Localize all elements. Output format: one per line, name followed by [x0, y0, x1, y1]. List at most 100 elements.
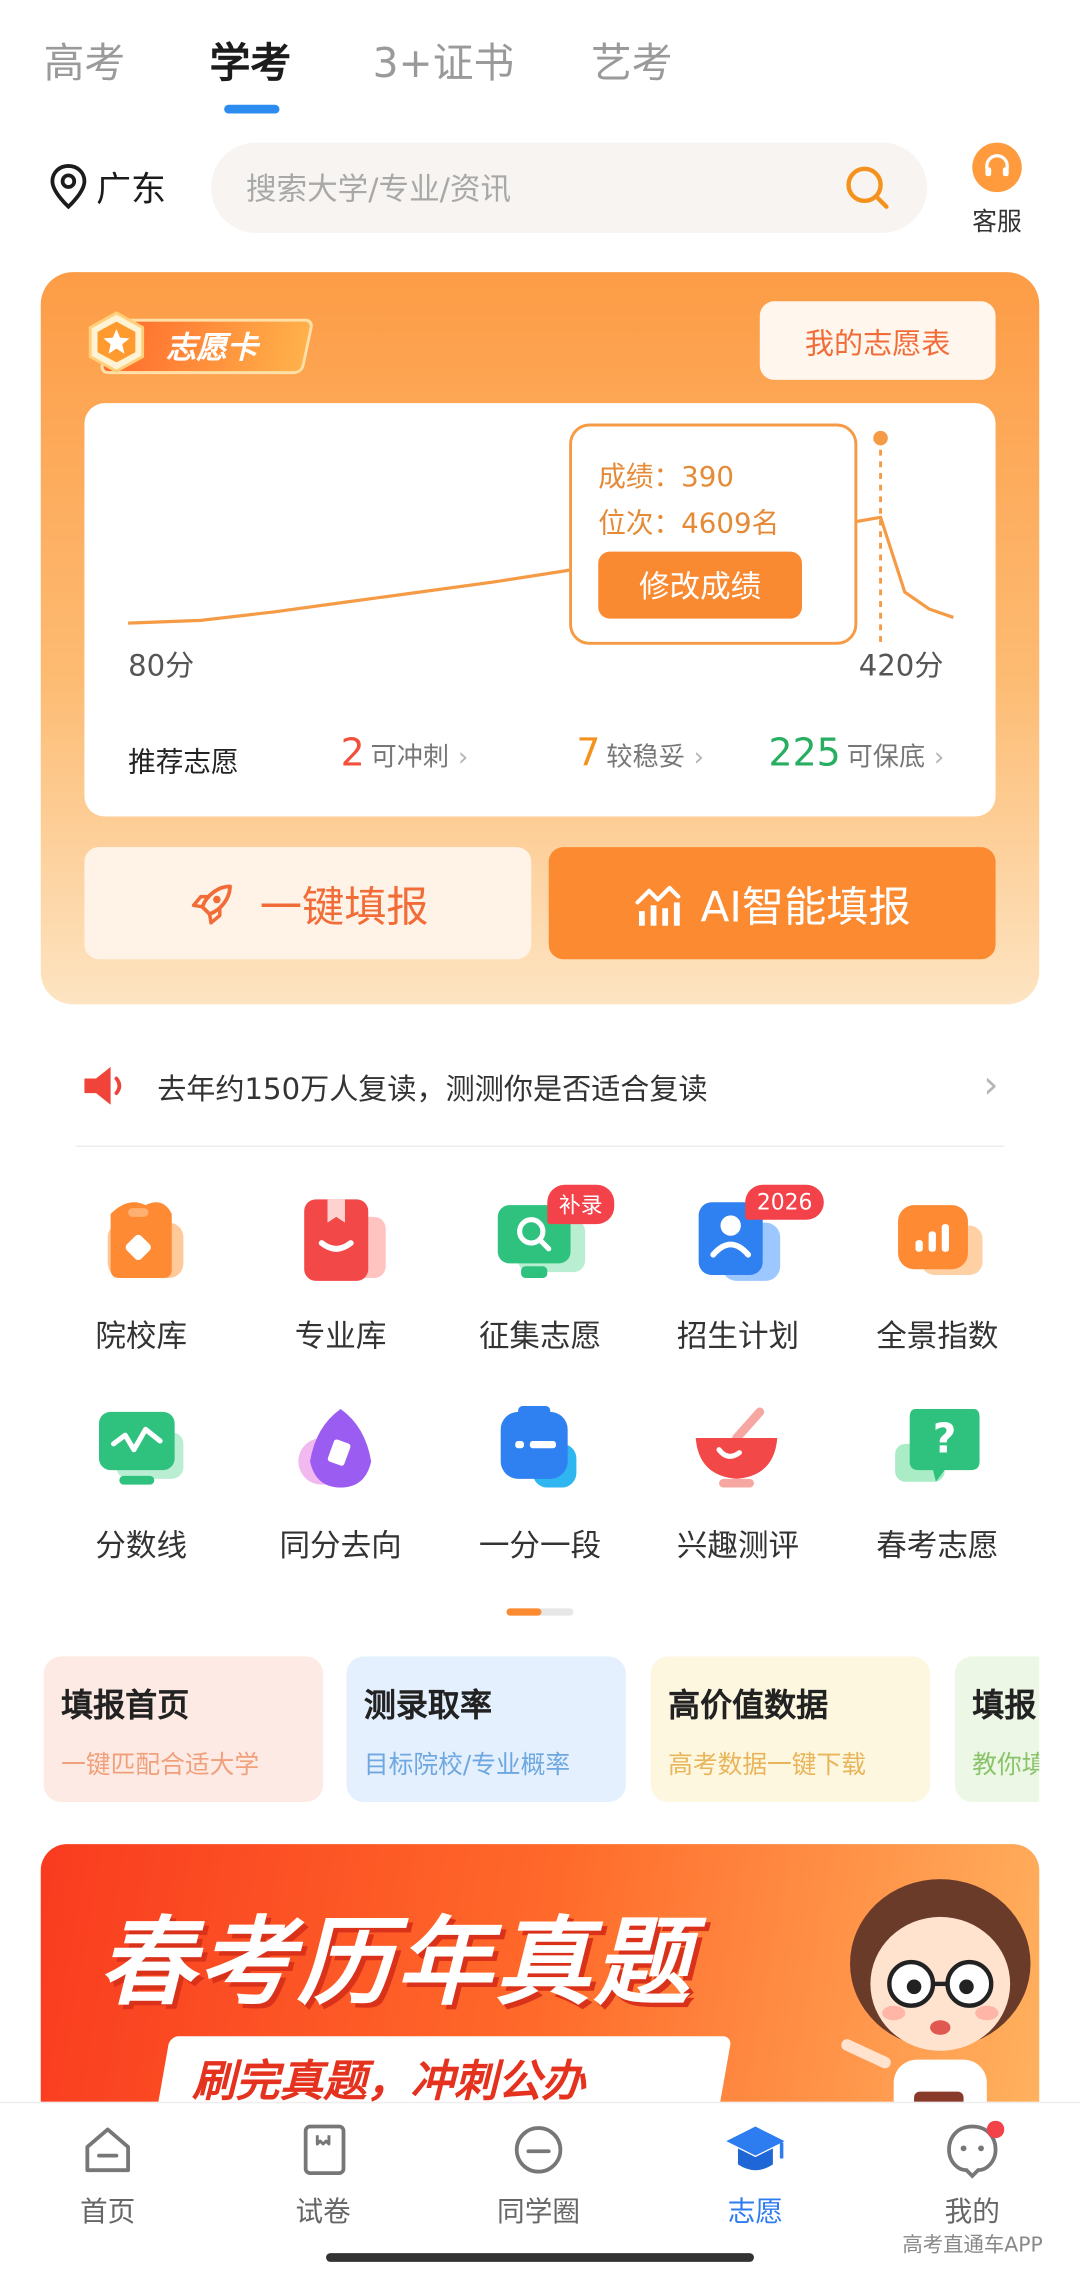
speaker-icon	[84, 1066, 122, 1105]
chevron-right-icon: ›	[457, 742, 469, 773]
grid-label: 招生计划	[676, 1318, 800, 1354]
recommend-reach-text: 可冲刺	[370, 742, 450, 773]
grid-page-indicator	[506, 1608, 574, 1616]
tab-3plus-certificate[interactable]: 3+证书	[373, 35, 515, 93]
chevron-right-icon: ›	[693, 742, 705, 773]
tooltip-rank: 位次：4609名	[598, 507, 780, 541]
score-segment-icon	[489, 1403, 591, 1505]
feature-card-valuable-data[interactable]: 高价值数据 高考数据一键下载	[650, 1656, 931, 1802]
app-watermark: 高考直通车APP	[902, 2234, 1043, 2258]
profile-icon	[947, 2120, 1005, 2179]
tab-gaokao[interactable]: 高考	[44, 35, 126, 93]
nav-home[interactable]: 首页	[35, 2121, 181, 2230]
same-score-icon	[290, 1403, 392, 1505]
notice-text: 去年约150万人复读，测测你是否适合复读	[157, 1070, 708, 1106]
feature-card-admission-rate[interactable]: 测录取率 目标院校/专业概率	[346, 1656, 626, 1802]
nav-label: 志愿	[727, 2196, 784, 2229]
collect-screen-icon: 补录	[489, 1184, 615, 1296]
grid-label: 专业库	[294, 1318, 387, 1354]
feature-card-apply-home[interactable]: 填报首页 一键匹配合适大学	[43, 1656, 324, 1802]
recommend-stable[interactable]: 7 较稳妥 ›	[576, 732, 704, 776]
nav-label: 首页	[80, 2196, 136, 2229]
exam-paper-icon	[303, 2124, 346, 2175]
cartoon-girl-illustration	[841, 1879, 1031, 2136]
feature-card-subtitle: 教你填	[972, 1750, 1040, 1781]
active-tab-indicator	[224, 104, 280, 114]
nav-label: 同学圈	[497, 2196, 581, 2229]
interest-test-icon	[687, 1403, 789, 1505]
volunteer-card: 志愿卡 我的志愿表 80分 420分 成绩：390 位次：4609名 修改成绩 …	[40, 272, 1040, 1005]
nav-exam-paper[interactable]: 试卷	[250, 2121, 396, 2230]
feature-card-title: 测录取率	[363, 1688, 492, 1725]
chevron-right-icon: ›	[983, 1063, 999, 1108]
feature-card-title: 填报首页	[61, 1688, 190, 1725]
tab-yikao[interactable]: 艺考	[591, 35, 673, 93]
nav-label: 我的	[944, 2196, 1000, 2229]
score-marker-dot	[870, 427, 891, 449]
grid-item-collect-volunteer[interactable]: 补录 征集志愿	[453, 1184, 628, 1357]
feature-card-subtitle: 一键匹配合适大学	[61, 1750, 260, 1781]
major-book-icon	[290, 1194, 392, 1296]
score-chart-panel: 80分 420分 成绩：390 位次：4609名 修改成绩 推荐志愿 2 可冲刺…	[84, 403, 996, 817]
search-box[interactable]: 搜索大学/专业/资讯	[211, 142, 928, 233]
nav-volunteer[interactable]: 志愿	[683, 2121, 829, 2230]
grid-item-major-library[interactable]: 专业库	[253, 1194, 428, 1357]
location-label: 广东	[96, 168, 166, 210]
search-icon[interactable]	[843, 163, 892, 212]
location-selector[interactable]: 广东	[49, 160, 166, 211]
notice-bar[interactable]: 去年约150万人复读，测测你是否适合复读 ›	[82, 1057, 999, 1115]
ai-apply-label: AI智能填报	[700, 881, 911, 931]
recommend-stable-text: 较稳妥	[606, 742, 685, 773]
grid-item-same-score-destination[interactable]: 同分去向	[253, 1403, 428, 1566]
feature-card-title: 高价值数据	[668, 1688, 829, 1725]
classmates-icon	[514, 2126, 563, 2174]
recommend-safe[interactable]: 225 可保底 ›	[769, 732, 945, 776]
nav-classmates[interactable]: 同学圈	[466, 2121, 612, 2230]
grid-item-school-library[interactable]: 院校库	[54, 1194, 229, 1357]
feature-card-apply-guide[interactable]: 填报 教你填	[954, 1656, 1040, 1802]
grid-item-admission-plan[interactable]: 2026 招生计划	[651, 1184, 826, 1357]
quick-apply-label: 一键填报	[259, 881, 429, 931]
grid-label: 兴趣测评	[676, 1528, 800, 1564]
panorama-index-icon	[886, 1194, 988, 1296]
grid-badge-year: 2026	[745, 1184, 825, 1220]
feature-card-subtitle: 高考数据一键下载	[668, 1750, 867, 1781]
banner-title: 春考历年真题	[98, 1906, 693, 2019]
grid-label: 征集志愿	[478, 1318, 602, 1354]
edit-score-button[interactable]: 修改成绩	[598, 551, 802, 619]
score-tooltip: 成绩：390 位次：4609名 修改成绩	[569, 423, 858, 645]
volunteer-card-badge: 志愿卡	[84, 310, 315, 375]
svg-text:?: ?	[933, 1415, 957, 1463]
grid-item-score-line[interactable]: 分数线	[54, 1403, 229, 1566]
graduation-cap-icon	[726, 2126, 785, 2171]
grid-label: 春考志愿	[876, 1528, 999, 1564]
customer-service-label: 客服	[972, 208, 1022, 238]
customer-service-button[interactable]: 客服	[964, 142, 1031, 238]
grid-label: 院校库	[95, 1318, 188, 1354]
grid-item-score-segment[interactable]: 一分一段	[453, 1403, 628, 1566]
grid-item-panorama-index[interactable]: 全景指数	[850, 1194, 1025, 1357]
home-indicator	[326, 2253, 754, 2262]
recommend-reach[interactable]: 2 可冲刺 ›	[341, 732, 469, 776]
ai-apply-button[interactable]: AI智能填报	[548, 847, 996, 960]
my-volunteer-table-button[interactable]: 我的志愿表	[759, 301, 996, 380]
rocket-icon	[192, 883, 233, 924]
headset-icon	[972, 142, 1022, 193]
grid-label: 全景指数	[876, 1318, 999, 1354]
volunteer-card-title: 志愿卡	[165, 330, 258, 366]
feature-card-title: 填报	[972, 1688, 1037, 1725]
grid-item-interest-test[interactable]: 兴趣测评	[651, 1403, 826, 1566]
app-screen: 高考 学考 3+证书 艺考 广东 搜索大学/专业/资讯 客服 志愿卡 我的志愿表…	[0, 0, 1080, 2282]
tab-xuekao[interactable]: 学考	[210, 35, 292, 93]
spring-exam-icon: ?	[886, 1403, 988, 1505]
grid-item-spring-exam-volunteer[interactable]: ? 春考志愿	[850, 1403, 1025, 1566]
quick-apply-button[interactable]: 一键填报	[84, 847, 532, 960]
nav-profile[interactable]: 我的	[900, 2120, 1046, 2230]
chevron-right-icon: ›	[933, 742, 945, 773]
banner-subtitle: 刷完真题，冲刺公办	[192, 2056, 586, 2108]
spring-exam-banner[interactable]: 春考历年真题 刷完真题，冲刺公办	[40, 1844, 1040, 2136]
recommend-safe-text: 可保底	[846, 742, 926, 773]
recommend-reach-count: 2	[340, 732, 365, 776]
admission-plan-icon: 2026	[687, 1184, 825, 1296]
grid-label: 一分一段	[478, 1528, 602, 1564]
